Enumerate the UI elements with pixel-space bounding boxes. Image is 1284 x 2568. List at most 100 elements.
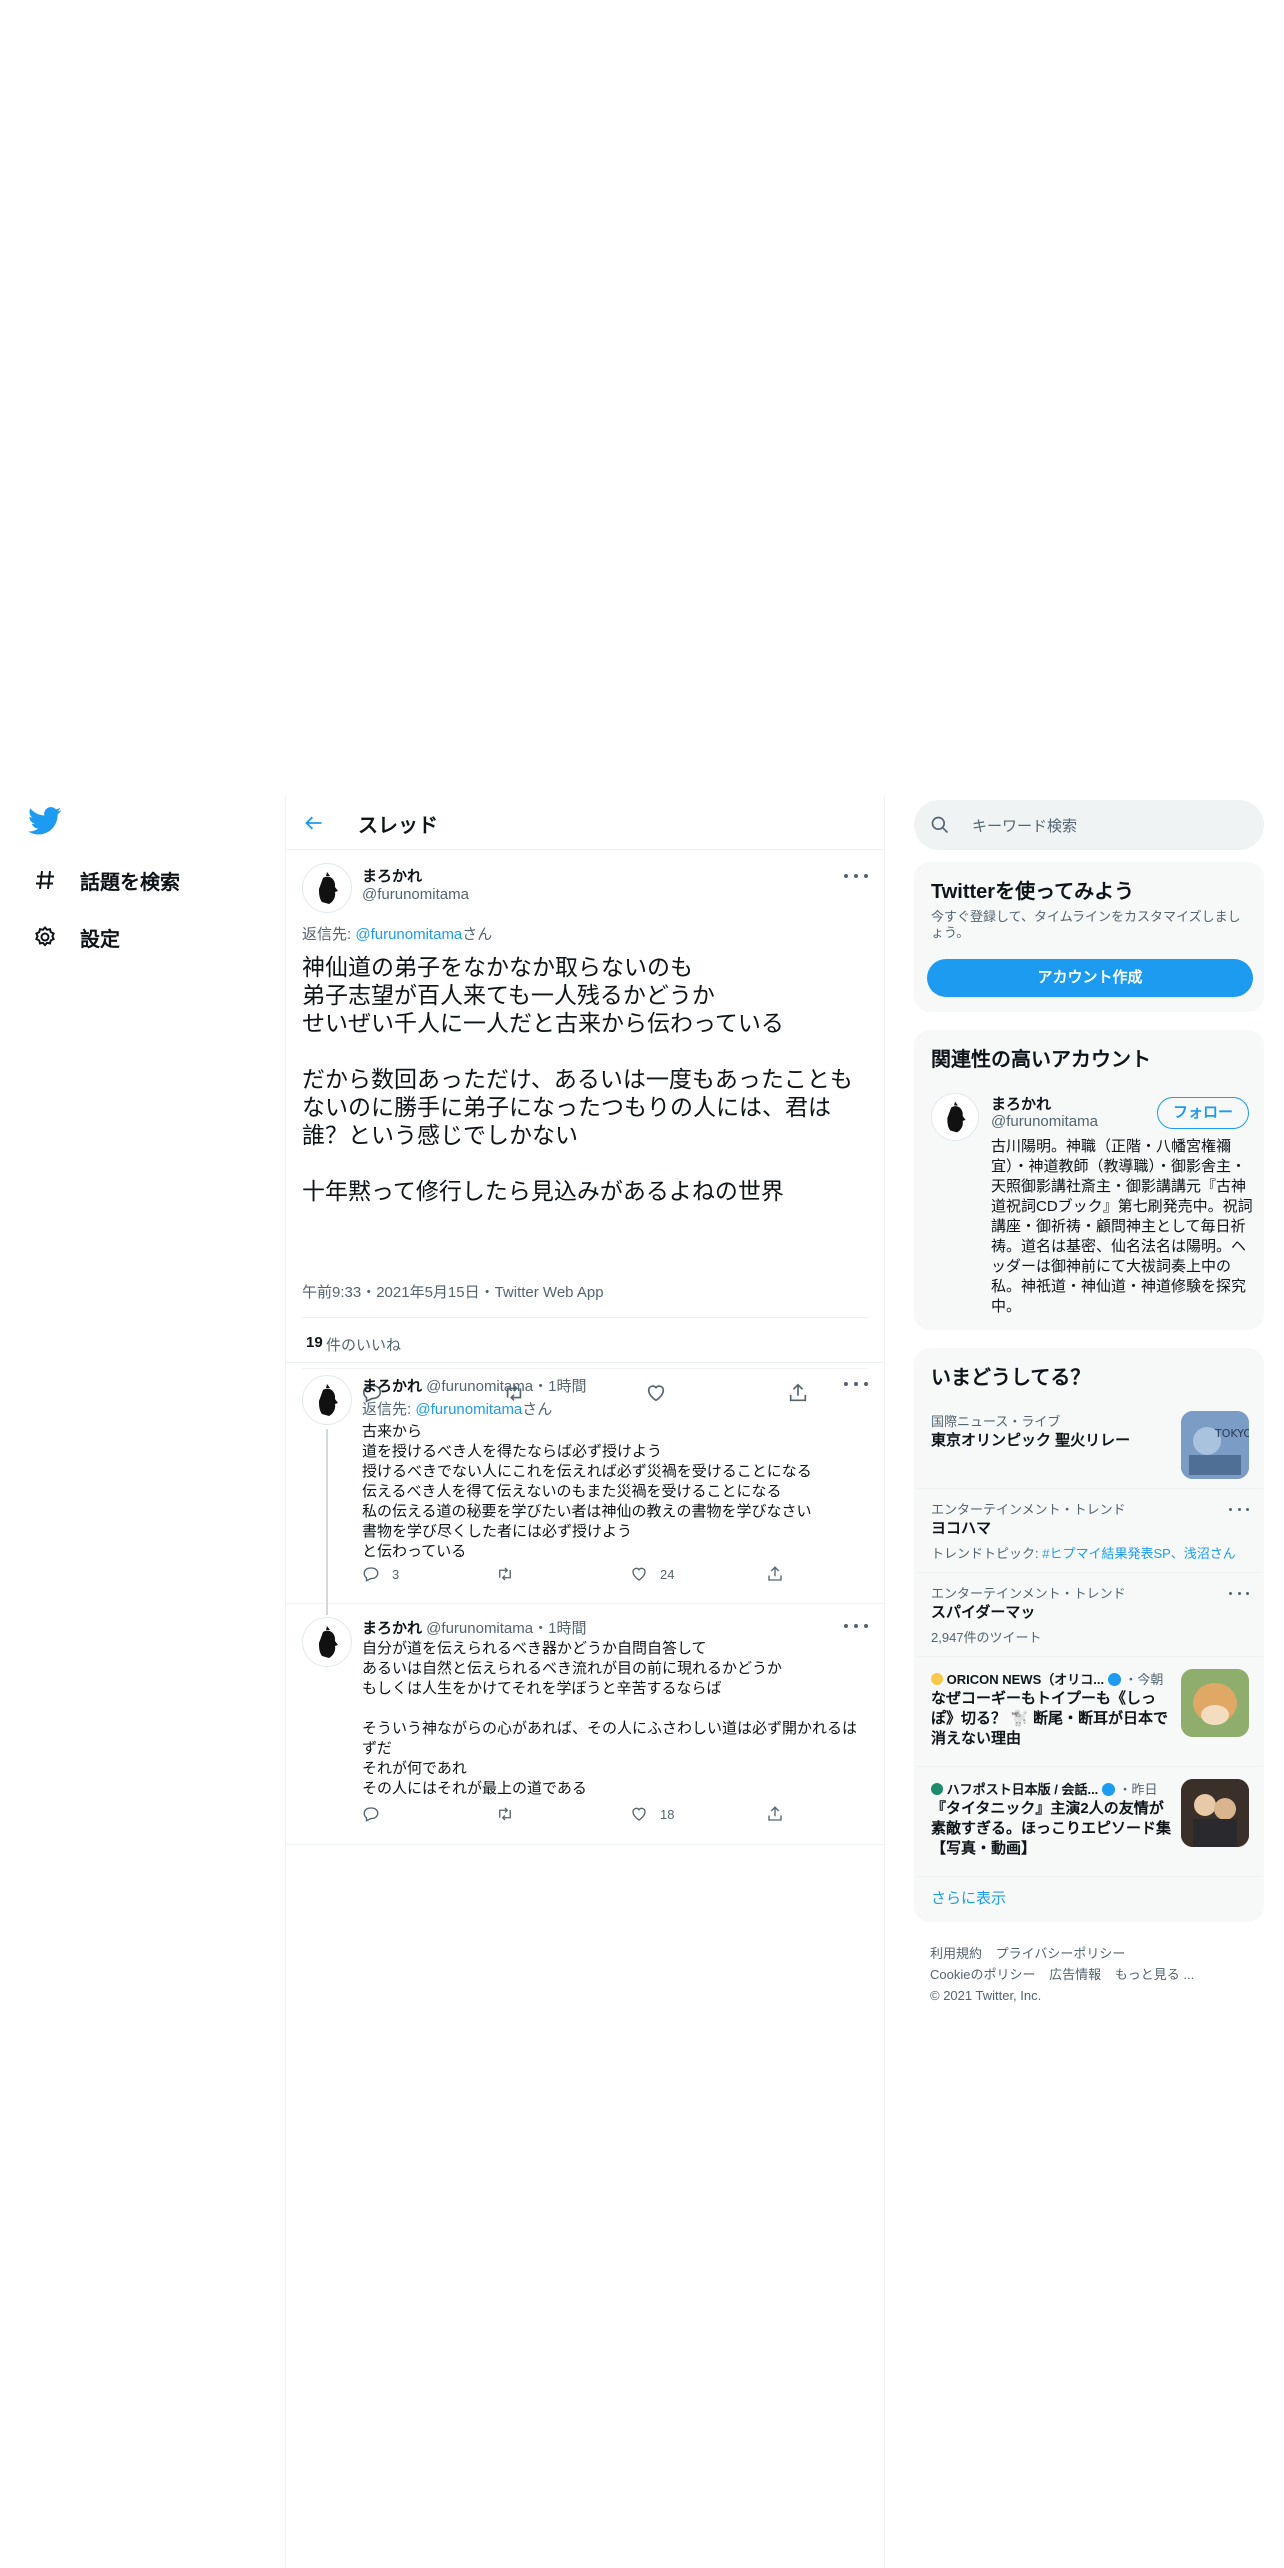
signup-title: Twitterを使ってみよう [931,881,1135,903]
trends-card: いまどうしてる？ 国際ニュース・ライブ 東京オリンピック 聖火リレー TOKYO… [914,1348,1264,1922]
trend-item[interactable]: 国際ニュース・ライブ 東京オリンピック 聖火リレー TOKYO [915,1401,1263,1489]
share-button[interactable] [766,1805,796,1823]
footer: 利用規約 プライバシーポリシー Cookieのポリシー 広告情報 もっと見る .… [930,1943,1230,2006]
reply-to-suffix: さん [462,926,493,943]
trend-sub-link[interactable]: #ヒプマイ結果発表SP、浅沼さん [1042,1546,1236,1561]
thread-connector-line [326,1429,328,1615]
news-item[interactable]: ORICON NEWS（オリコ... ・今朝 なぜコーギーもトイプーも《しっぽ》… [915,1657,1263,1767]
twitter-bird-icon[interactable] [28,807,62,837]
more-options-icon[interactable] [1229,1589,1249,1597]
verified-badge-icon [1101,1783,1115,1796]
author-handle-time[interactable]: @furunomitama・1時間 [422,1378,586,1395]
author-name[interactable]: まろかれ [362,1378,422,1395]
likes-summary[interactable]: 19 件のいいね [302,1317,868,1369]
reply-tweet[interactable]: まろかれ @furunomitama・1時間 返信先: @furunomitam… [286,1363,884,1615]
news-time: ・今朝 [1124,1672,1164,1687]
trend-meta: 国際ニュース・ライブ [931,1414,1061,1429]
trend-subtitle: トレンドトピック: #ヒプマイ結果発表SP、浅沼さん [931,1543,1236,1562]
trend-title: 東京オリンピック 聖火リレー [931,1432,1131,1449]
account-handle[interactable]: @furunomitama [991,1113,1098,1130]
share-icon [768,1566,782,1581]
news-thumbnail [1181,1779,1249,1847]
trend-item[interactable]: エンターテインメント・トレンド スパイダーマッ 2,947件のツイート [915,1573,1263,1657]
nav-label-settings: 設定 [80,928,120,951]
trend-thumbnail: TOKYO [1181,1411,1249,1479]
avatar[interactable] [931,1093,979,1141]
like-button[interactable]: 18 [630,1805,674,1823]
reply-count: 3 [392,1566,400,1582]
footer-link-ads[interactable]: 広告情報 [1049,1967,1101,1982]
account-bio: 古川陽明。神職（正階・八幡宮権禰宜）・神道教師（教導職）・御影舎主・天照御影講社… [991,1138,1253,1315]
retweet-button[interactable] [496,1565,526,1583]
reply-header: まろかれ @furunomitama・1時間 [362,1375,586,1396]
trend-meta: エンターテインメント・トレンド [931,1502,1126,1517]
tweet-text: 自分が道を伝えられるべき器かどうか自問自答して あるいは自然と伝えられるべき流れ… [362,1640,858,1797]
trend-item[interactable]: エンターテインメント・トレンド ヨコハマ トレンドトピック: #ヒプマイ結果発表… [915,1489,1263,1573]
news-source: ハフポスト日本版 / 会話... [946,1782,1099,1797]
tweet-timestamp[interactable]: 午前9:33・2021年5月15日・Twitter Web App [302,1281,604,1302]
trend-title: ヨコハマ [931,1520,992,1537]
author-handle[interactable]: @furunomitama [362,886,469,903]
signup-card: Twitterを使ってみよう 今すぐ登録して、タイムラインをカスタマイズしましょ… [914,862,1264,1012]
retweet-icon [499,1807,511,1821]
news-title: なぜコーギーもトイプーも《しっぽ》切る？ 🐩 断尾・断耳が日本で消えない理由 [931,1690,1169,1747]
news-item[interactable]: ハフポスト日本版 / 会話... ・昨日 『タイタニック』主演2人の友情が素敵す… [915,1767,1263,1877]
news-meta: ハフポスト日本版 / 会話... ・昨日 [931,1779,1158,1798]
back-button[interactable] [298,807,330,839]
thread-header: スレッド [286,795,884,850]
share-icon [768,1806,782,1821]
news-title: 『タイタニック』主演2人の友情が素敵すぎる。ほっこりエピソード集【写真・動画】 [931,1800,1172,1857]
tweet-actions: 3 24 [362,1565,792,1589]
footer-link-privacy[interactable]: プライバシーポリシー [996,1946,1126,1961]
more-options-icon[interactable] [844,1621,868,1631]
footer-link-terms[interactable]: 利用規約 [930,1946,982,1961]
more-options-icon[interactable] [844,1379,868,1389]
reply-button[interactable] [362,1805,392,1823]
reply-icon [363,1567,379,1582]
likes-count: 19 [306,1334,323,1351]
trend-title: スパイダーマッ [931,1604,1036,1621]
news-source-logo [931,1783,943,1795]
thumbnail-text: TOKYO [1214,1427,1249,1440]
tweet-text: 神仙道の弟子をなかなか取らないのも 弟子志望が百人来ても一人残るかどうか せいぜ… [302,954,853,1204]
tweet-text: 古来から 道を授けるべき人を得たならば必ず授けよう 授けるべきでない人にこれを伝… [362,1423,812,1560]
reply-header: まろかれ @furunomitama・1時間 [362,1617,586,1638]
verified-badge-icon [1107,1673,1121,1686]
avatar[interactable] [302,1375,352,1425]
reply-to-prefix: 返信先: [362,1401,416,1418]
retweet-icon [499,1567,511,1581]
nav-item-settings[interactable]: 設定 [30,917,120,957]
page-title: スレッド [358,815,438,837]
author-handle-time[interactable]: @furunomitama・1時間 [422,1620,586,1637]
reply-to-link[interactable]: @furunomitama [355,926,462,943]
likes-label: 件のいいね [326,1337,402,1354]
gear-icon [30,922,60,952]
divider-right [884,795,885,2568]
create-account-button[interactable]: アカウント作成 [927,959,1253,997]
reply-tweet[interactable]: まろかれ @furunomitama・1時間 自分が道を伝えられるべき器かどうか… [286,1605,884,1845]
retweet-button[interactable] [496,1805,526,1823]
like-button[interactable]: 24 [630,1565,674,1583]
reply-button[interactable]: 3 [362,1565,399,1583]
avatar[interactable] [302,863,352,913]
search-bar[interactable]: キーワード検索 [914,800,1264,850]
author-name[interactable]: まろかれ [362,1620,422,1637]
more-options-icon[interactable] [1229,1505,1249,1513]
author-name[interactable]: まろかれ [362,865,422,886]
show-more-link[interactable]: さらに表示 [931,1887,1006,1908]
related-accounts-card: 関連性の高いアカウント まろかれ @furunomitama フォロー 古川陽明… [914,1030,1264,1330]
footer-link-cookies[interactable]: Cookieのポリシー [930,1967,1035,1982]
reply-to-suffix: さん [522,1401,553,1418]
nav-label-explore: 話題を検索 [80,871,180,894]
related-title: 関連性の高いアカウント [931,1049,1151,1071]
account-name[interactable]: まろかれ [991,1093,1051,1114]
footer-link-more[interactable]: もっと見る ... [1115,1967,1194,1982]
follow-button[interactable]: フォロー [1157,1097,1249,1129]
reply-to-link[interactable]: @furunomitama [415,1401,522,1418]
more-options-icon[interactable] [844,871,868,881]
avatar[interactable] [302,1617,352,1667]
reply-to: 返信先: @furunomitamaさん [302,923,492,944]
nav-item-explore[interactable]: 話題を検索 [30,860,180,900]
share-button[interactable] [766,1565,796,1583]
search-placeholder: キーワード検索 [972,818,1078,835]
